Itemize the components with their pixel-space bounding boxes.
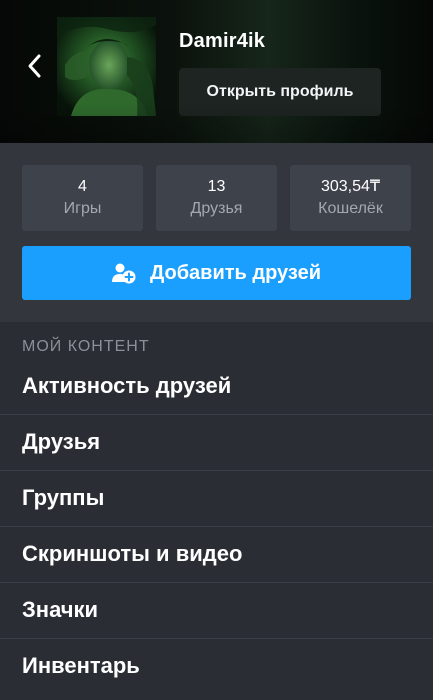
section-title: МОЙ КОНТЕНТ: [22, 338, 150, 355]
menu-item-badges[interactable]: Значки: [0, 582, 433, 638]
stat-wallet-value: 303,54₸: [320, 178, 381, 195]
menu-item-friends-activity[interactable]: Активность друзей: [0, 358, 433, 414]
stat-games[interactable]: 4 Игры: [22, 165, 143, 231]
chevron-left-icon: [28, 54, 41, 78]
stat-friends[interactable]: 13 Друзья: [156, 165, 277, 231]
my-content-section: МОЙ КОНТЕНТ Активность друзей Друзья Гру…: [0, 322, 433, 700]
menu-item-groups[interactable]: Группы: [0, 470, 433, 526]
menu-item-inventory[interactable]: Инвентарь: [0, 638, 433, 694]
username: Damir4ik: [179, 30, 266, 52]
stats-section: 4 Игры 13 Друзья 303,54₸ Кошелёк Добавит…: [0, 143, 433, 322]
back-button[interactable]: [22, 52, 46, 80]
stat-friends-label: Друзья: [190, 200, 243, 217]
profile-header: Damir4ik Открыть профиль: [0, 0, 433, 143]
menu-item-screenshots-videos[interactable]: Скриншоты и видео: [0, 526, 433, 582]
stat-wallet-label: Кошелёк: [318, 200, 383, 217]
stat-games-label: Игры: [63, 200, 102, 217]
avatar[interactable]: [57, 17, 156, 116]
open-profile-button[interactable]: Открыть профиль: [179, 68, 381, 116]
stat-wallet[interactable]: 303,54₸ Кошелёк: [290, 165, 411, 231]
menu-item-friends[interactable]: Друзья: [0, 414, 433, 470]
add-friends-label: Добавить друзей: [149, 261, 322, 284]
stat-friends-value: 13: [207, 178, 226, 195]
add-friends-button[interactable]: Добавить друзей: [22, 246, 411, 300]
stat-games-value: 4: [78, 178, 87, 195]
avatar-image: [57, 17, 156, 116]
user-plus-icon: [111, 262, 136, 284]
